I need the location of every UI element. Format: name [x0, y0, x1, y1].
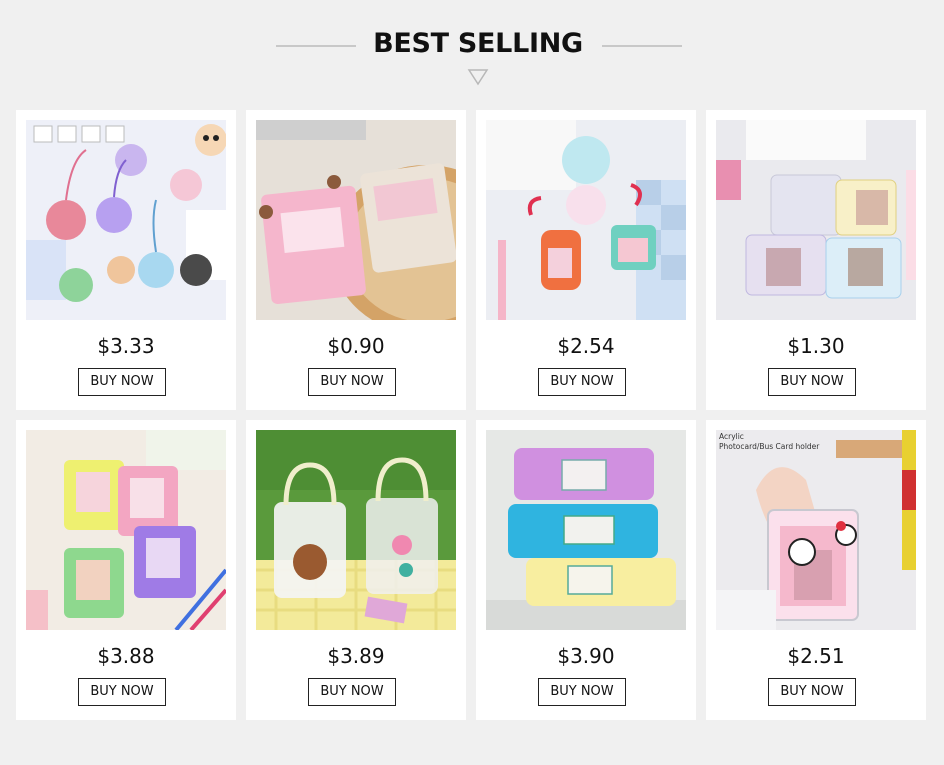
buy-now-button[interactable]: BUY NOW [308, 678, 396, 706]
product-card[interactable]: $0.90 BUY NOW [246, 110, 466, 410]
product-image-keychains[interactable] [26, 120, 226, 320]
product-card[interactable]: $3.90 BUY NOW [476, 420, 696, 720]
buy-now-button[interactable]: BUY NOW [768, 678, 856, 706]
product-card[interactable]: Acrylic Photocard/Bus Card holder $2.51 … [706, 420, 926, 720]
buy-now-button[interactable]: BUY NOW [78, 368, 166, 396]
product-price: $3.90 [557, 644, 615, 668]
product-price: $3.89 [327, 644, 385, 668]
product-card[interactable]: $1.30 BUY NOW [706, 110, 926, 410]
image-caption-line: Photocard/Bus Card holder [719, 442, 820, 451]
buy-now-button[interactable]: BUY NOW [538, 368, 626, 396]
product-image-card-wallets[interactable] [256, 120, 456, 320]
product-card[interactable]: $2.54 BUY NOW [476, 110, 696, 410]
product-card[interactable]: $3.89 BUY NOW [246, 420, 466, 720]
buy-now-button[interactable]: BUY NOW [78, 678, 166, 706]
image-caption-line: Acrylic [719, 432, 744, 441]
section-header: BEST SELLING [0, 0, 944, 100]
buy-now-button[interactable]: BUY NOW [538, 678, 626, 706]
product-image-photo-keyrings[interactable] [486, 120, 686, 320]
product-image-mini-albums[interactable] [716, 120, 916, 320]
image-caption: Acrylic Photocard/Bus Card holder [719, 432, 819, 452]
header-divider-right [602, 45, 682, 47]
down-triangle-icon [467, 69, 489, 86]
product-price: $1.30 [787, 334, 845, 358]
product-image-photocard-binders[interactable] [26, 430, 226, 630]
product-card[interactable]: $3.88 BUY NOW [16, 420, 236, 720]
product-card[interactable]: $3.33 BUY NOW [16, 110, 236, 410]
product-price: $3.88 [97, 644, 155, 668]
product-image-acrylic-card-holder[interactable]: Acrylic Photocard/Bus Card holder [716, 430, 916, 630]
buy-now-button[interactable]: BUY NOW [768, 368, 856, 396]
product-image-tote-bags[interactable] [256, 430, 456, 630]
product-price: $3.33 [97, 334, 155, 358]
product-image-pencil-cases[interactable] [486, 430, 686, 630]
product-price: $0.90 [327, 334, 385, 358]
product-price: $2.54 [557, 334, 615, 358]
product-price: $2.51 [787, 644, 845, 668]
buy-now-button[interactable]: BUY NOW [308, 368, 396, 396]
section-title: BEST SELLING [373, 28, 583, 59]
